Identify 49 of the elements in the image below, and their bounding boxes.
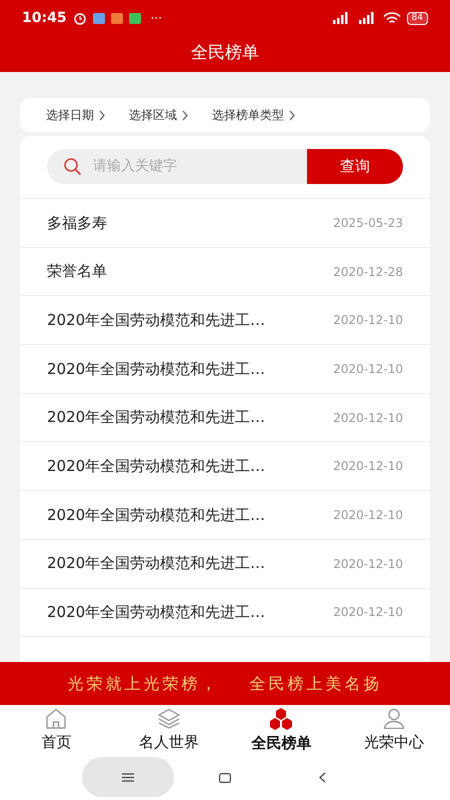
list-item-title[interactable]: 荣誉名单	[47, 260, 107, 283]
list-item-date: 2025-05-23	[333, 214, 403, 232]
page-title: 全民榜单	[191, 42, 259, 66]
chevron-right-icon	[289, 110, 295, 120]
list-item-title[interactable]: 多福多寿	[47, 212, 107, 234]
list-item-title[interactable]: 2020年全国劳动模范和先进工…	[47, 601, 266, 624]
app-icon	[92, 12, 105, 24]
back-key-icon[interactable]	[319, 772, 326, 783]
menu-icon	[122, 772, 134, 782]
alarm-icon	[72, 11, 87, 25]
list-item-title[interactable]: 2020年全国劳动模范和先进工…	[47, 308, 266, 332]
list-item-date: 2020-12-10	[333, 360, 403, 378]
nav-tab[interactable]: 首页	[41, 731, 72, 754]
list-item-date: 2020-12-10	[333, 410, 403, 427]
app-icon	[110, 12, 123, 24]
filter-dropdown[interactable]: 选择区域	[129, 106, 177, 124]
slogan-text: 全民榜上美名扬	[250, 672, 382, 694]
status-time: 10:45	[22, 8, 67, 28]
list-item-title[interactable]: 2020年全国劳动模范和先进工…	[47, 358, 266, 380]
slogan-text: 光荣就上光荣榜，	[68, 672, 220, 694]
search-field[interactable]: 请输入关键字	[47, 149, 307, 184]
filter-dropdown[interactable]: 选择榜单类型	[212, 106, 284, 124]
chat-app-icon	[128, 12, 141, 24]
person-icon	[382, 708, 405, 730]
list-item-title[interactable]: 2020年全国劳动模范和先进工…	[47, 455, 266, 478]
battery-level: 84	[406, 12, 428, 24]
list-item-title[interactable]: 2020年全国劳动模范和先进工…	[47, 552, 266, 575]
search-icon	[63, 156, 83, 176]
home-icon	[45, 708, 68, 730]
list-item-date: 2020-12-10	[333, 312, 403, 330]
list-item-date: 2020-12-10	[333, 604, 403, 622]
wifi-icon	[382, 12, 401, 24]
list-item-date: 2020-12-10	[333, 458, 403, 476]
list-item-date: 2020-12-10	[333, 556, 403, 573]
home-key-icon[interactable]	[219, 773, 231, 783]
search-button[interactable]: 查询	[307, 149, 403, 184]
chevron-right-icon	[99, 110, 105, 120]
more-notifications: ···	[150, 10, 162, 27]
nav-tab[interactable]: 全民榜单	[251, 732, 312, 754]
list-item-title[interactable]: 2020年全国劳动模范和先进工…	[47, 406, 266, 429]
nav-tab[interactable]: 名人世界	[138, 731, 199, 754]
list-item-date: 2020-12-10	[333, 506, 403, 524]
nav-tab[interactable]: 光荣中心	[364, 731, 424, 754]
search-input: 请输入关键字	[93, 156, 273, 177]
list-item-title[interactable]: 2020年全国劳动模范和先进工…	[47, 504, 266, 526]
list-item-date: 2020-12-28	[333, 264, 403, 281]
chevron-right-icon	[182, 110, 188, 120]
filter-dropdown[interactable]: 选择日期	[46, 106, 94, 124]
layers-icon	[156, 708, 181, 730]
